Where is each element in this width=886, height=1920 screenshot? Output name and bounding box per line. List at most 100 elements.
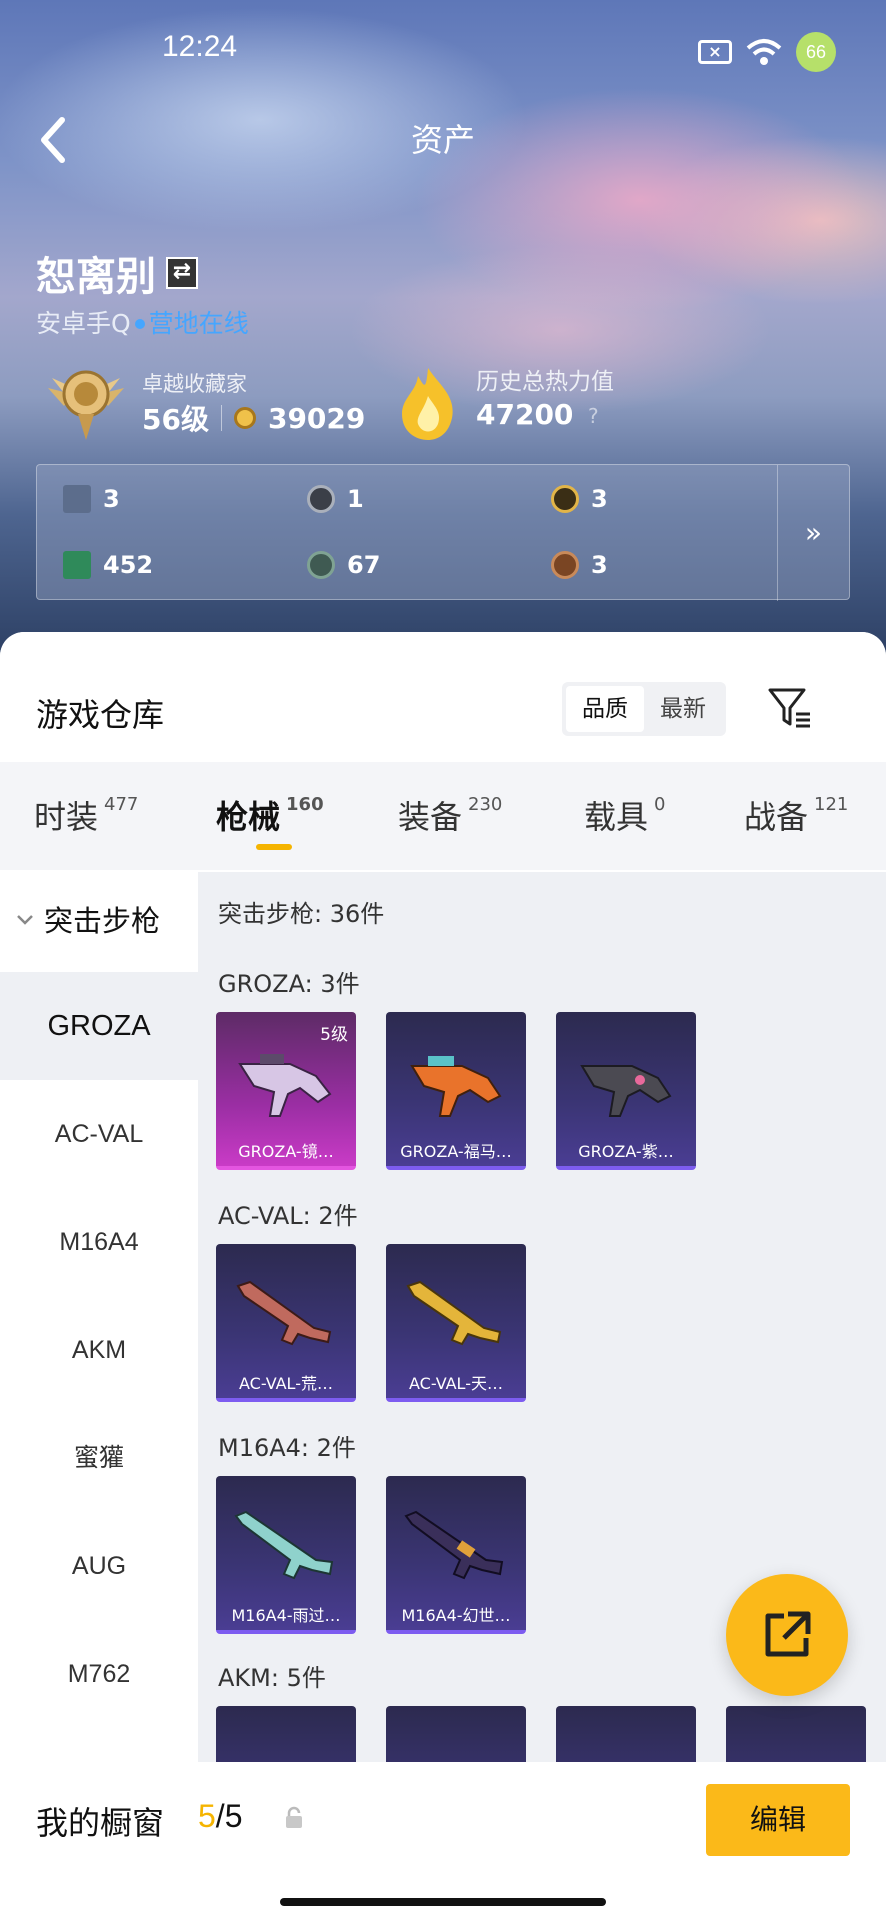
gun-icon [404,1510,504,1580]
stat-value: 3 [591,485,608,513]
tab-label: 装备 [398,798,463,836]
flame-icon [402,368,453,440]
switch-account-icon[interactable]: ⇄ [166,257,198,289]
stat-item: 3 [551,551,608,579]
card-label: M16A4-幻世… [401,1606,511,1625]
tab-label: 枪械 [216,798,281,836]
group-title: M16A4: 2件 [218,1434,356,1462]
weapon-card[interactable]: 5级 GROZA-镜… [216,1012,356,1170]
gun-icon [580,1065,672,1117]
platform-text: 安卓手Q [36,309,131,338]
wifi-icon [746,39,782,65]
weapon-card[interactable]: M16A4-幻世… [386,1476,526,1634]
tab-fashion[interactable]: 时装 477 [34,792,138,838]
tab-vehicles[interactable]: 载具 0 [584,792,665,838]
sim-off-icon: × [698,40,732,64]
rank-title: 卓越收藏家 [142,372,247,396]
sort-newest[interactable]: 最新 [644,686,722,732]
stat-item: 452 [63,551,153,579]
stat-item: 1 [307,485,364,513]
green-card-icon [63,551,91,579]
tab-label: 战备 [744,798,809,836]
help-icon[interactable]: ? [588,404,599,428]
sort-toggle: 品质 最新 [562,682,726,736]
tab-count: 121 [814,794,849,815]
green-coin-icon [307,551,335,579]
tab-count: 0 [654,794,666,815]
edit-button[interactable]: 编辑 [706,1784,850,1856]
user-platform: 安卓手Q 营地在线 [36,304,249,340]
weapon-card[interactable]: GROZA-紫… [556,1012,696,1170]
warehouse-sheet: 游戏仓库 品质 最新 时装 477 枪械 160 装备 230 载具 0 战备 121 [0,632,886,1920]
group-title: AKM: 5件 [218,1664,326,1692]
online-status: 营地在线 [148,309,249,338]
heat-title: 历史总热力值 [476,369,614,395]
sidebar-item-m762[interactable]: M762 [0,1620,198,1728]
category-tabs: 时装 477 枪械 160 装备 230 载具 0 战备 121 [0,762,886,870]
warehouse-title: 游戏仓库 [36,696,165,734]
card-label: AC-VAL-天… [409,1374,503,1393]
weapon-card[interactable]: AC-VAL-荒… [216,1244,356,1402]
silver-coin-icon [307,485,335,513]
divider [220,405,222,431]
gun-icon [410,1056,502,1117]
card-icon [63,485,91,513]
stat-value: 3 [591,551,608,579]
stat-item: 3 [551,485,608,513]
showcase-label: 我的橱窗 [36,1804,165,1842]
showcase-count: 5/5 [198,1798,242,1835]
gun-icon [238,1054,332,1117]
filter-icon[interactable] [766,684,814,732]
inventory-stats-panel[interactable]: 3 1 3 452 67 3 » [36,464,850,601]
stats-more-button[interactable]: » [777,465,849,601]
stat-value: 3 [103,485,120,513]
card-label: GROZA-紫… [578,1142,674,1161]
sidebar-item-groza[interactable]: GROZA [0,972,198,1080]
weapon-card[interactable]: AC-VAL-天… [386,1244,526,1402]
card-label: GROZA-福马… [400,1142,512,1161]
showcase-total: /5 [215,1798,243,1834]
weapon-card[interactable]: GROZA-福马… [386,1012,526,1170]
card-label: AC-VAL-荒… [239,1374,333,1393]
group-title: GROZA: 3件 [218,970,360,998]
sidebar-item-m16a4[interactable]: M16A4 [0,1188,198,1296]
weapon-card[interactable]: M16A4-雨过… [216,1476,356,1634]
tab-count: 160 [286,794,324,815]
chevron-down-icon [17,915,33,925]
stat-value: 1 [347,485,364,513]
sidebar-category-label: 突击步枪 [44,904,161,938]
tab-label: 时装 [34,798,99,836]
gold-token-icon [551,485,579,513]
lock-icon [286,1806,302,1828]
tab-equipment[interactable]: 装备 230 [398,792,502,838]
user-name-text: 恕离别 [36,254,156,300]
card-label: GROZA-镜… [238,1142,334,1161]
stat-item: 67 [307,551,380,579]
coin-count: 39029 [267,401,366,435]
warehouse-header: 游戏仓库 品质 最新 [0,632,886,762]
stat-value: 67 [347,551,381,579]
sidebar-category[interactable]: 突击步枪 [14,898,160,940]
sidebar-item-honey-badger[interactable]: 蜜獾 [0,1404,198,1512]
rank-stats: 56级 39029 [142,398,365,438]
battery-icon: 66 [796,32,836,72]
sidebar-item-akm[interactable]: AKM [0,1296,198,1404]
status-time: 12:24 [162,30,238,63]
status-bar: 12:24 × 66 [0,0,886,100]
coin-icon [233,407,256,429]
stat-item: 3 [63,485,120,513]
sidebar-item-ac-val[interactable]: AC-VAL [0,1080,198,1188]
online-dot-icon [134,318,145,329]
status-icons: × 66 [698,32,836,72]
showcase-bar: 我的橱窗 5/5 编辑 [0,1762,886,1920]
tab-weapons[interactable]: 枪械 160 [216,792,324,838]
sort-quality[interactable]: 品质 [566,686,644,732]
sidebar-item-aug[interactable]: AUG [0,1512,198,1620]
rank-badge-icon [48,370,124,440]
share-button[interactable] [726,1574,848,1696]
share-icon [765,1611,811,1657]
tab-gear[interactable]: 战备 121 [744,792,848,838]
showcase-current: 5 [198,1798,216,1834]
page-title: 资产 [410,121,475,159]
gun-icon [234,1510,334,1580]
